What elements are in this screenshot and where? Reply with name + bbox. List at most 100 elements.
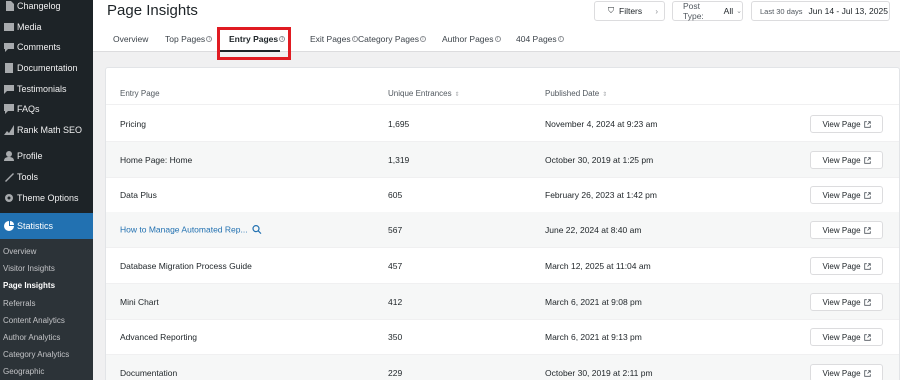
view-page-label: View Page (822, 155, 861, 165)
submenu-item-referrals[interactable]: Referrals (0, 295, 93, 312)
view-page-label: View Page (822, 119, 861, 129)
testimonials-icon (3, 83, 14, 94)
entry-page-cell: Pricing (120, 118, 146, 129)
table-header: Entry Page Unique Entrances ⇕ Published D… (106, 81, 899, 105)
sidebar-item-profile[interactable]: Profile (0, 146, 93, 167)
view-page-label: View Page (822, 261, 861, 271)
view-page-label: View Page (822, 225, 861, 235)
tab-label: 404 Pages (516, 34, 557, 44)
submenu-item-geographic[interactable]: Geographic (0, 363, 93, 380)
table-row: Mini Chart 412 March 6, 2021 at 9:08 pm Vie… (106, 284, 899, 320)
sidebar-item-label: Documentation (17, 63, 78, 74)
column-header-published-date[interactable]: Published Date ⇕ (545, 89, 607, 98)
unique-entrances-cell: 605 (388, 189, 403, 200)
filters-button[interactable]: ⛉ Filters › (594, 1, 665, 21)
tab-top-pages[interactable]: Top Pages i (165, 34, 213, 44)
entry-page-cell: Documentation (120, 367, 178, 378)
tab-404-pages[interactable]: 404 Pages i (516, 34, 564, 44)
view-page-label: View Page (822, 368, 861, 378)
view-page-button[interactable]: View Page (810, 221, 883, 239)
sidebar-item-faqs[interactable]: FAQs (0, 99, 93, 120)
sidebar-item-documentation[interactable]: Documentation (0, 58, 93, 79)
sidebar-item-tools[interactable]: Tools (0, 167, 93, 188)
external-link-icon (863, 369, 871, 377)
submenu-item-visitor-insights[interactable]: Visitor Insights (0, 260, 93, 277)
sidebar-item-comments[interactable]: Comments (0, 37, 93, 58)
sidebar-item-label: Changelog (17, 1, 61, 12)
entry-page-cell: Database Migration Process Guide (120, 260, 252, 271)
chevron-right-icon: › (655, 6, 658, 16)
statistics-icon (3, 220, 14, 231)
sort-icon: ⇕ (454, 92, 460, 98)
external-link-icon (863, 156, 871, 164)
sidebar-item-rank-math-seo[interactable]: Rank Math SEO (0, 120, 93, 141)
table-row: Documentation 229 October 30, 2019 at 2:11… (106, 355, 899, 380)
view-page-label: View Page (822, 332, 861, 342)
tab-label: Overview (113, 34, 149, 44)
date-preset: Last 30 days (760, 6, 803, 16)
sidebar-item-statistics[interactable]: Statistics (0, 212, 93, 239)
sidebar-item-label: FAQs (17, 104, 40, 115)
view-page-button[interactable]: View Page (810, 293, 883, 311)
changelog-icon (3, 1, 14, 12)
view-page-button[interactable]: View Page (810, 257, 883, 275)
view-page-button[interactable]: View Page (810, 186, 883, 204)
tab-exit-pages[interactable]: Exit Pages i (310, 34, 358, 44)
chevron-down-icon: ⌄ (736, 8, 742, 15)
table-row: Database Migration Process Guide 457 March… (106, 248, 899, 284)
view-page-button[interactable]: View Page (810, 364, 883, 380)
rank-math-icon (3, 124, 14, 135)
view-page-button[interactable]: View Page (810, 151, 883, 169)
unique-entrances-cell: 1,319 (388, 154, 410, 165)
published-date-cell: March 6, 2021 at 9:08 pm (545, 296, 642, 307)
view-page-button[interactable]: View Page (810, 115, 883, 133)
sidebar-item-label: Statistics (17, 220, 54, 231)
info-icon: i (206, 36, 213, 42)
media-icon (3, 21, 14, 32)
external-link-icon (863, 262, 871, 270)
tab-label: Exit Pages (310, 34, 351, 44)
submenu-item-author-analytics[interactable]: Author Analytics (0, 329, 93, 346)
sidebar-item-label: Tools (17, 172, 39, 183)
column-header-unique-entrances[interactable]: Unique Entrances ⇕ (388, 89, 460, 98)
post-type-select[interactable]: Post Type: All ⌄ (672, 1, 743, 21)
unique-entrances-cell: 229 (388, 367, 403, 378)
gear-icon (3, 192, 14, 203)
sidebar-item-label: Theme Options (17, 192, 79, 203)
comments-icon (3, 42, 14, 53)
external-link-icon (863, 191, 871, 199)
external-link-icon (863, 298, 871, 306)
profile-icon (3, 151, 14, 162)
entry-page-cell: Data Plus (120, 189, 157, 200)
unique-entrances-cell: 457 (388, 260, 403, 271)
filter-icon: ⛉ (608, 6, 614, 15)
table-row: Data Plus 605 February 26, 2023 at 1:42 pm… (106, 177, 899, 213)
submenu-item-content-analytics[interactable]: Content Analytics (0, 312, 93, 329)
info-icon: i (494, 36, 501, 42)
entry-page-cell[interactable]: How to Manage Automated Rep... (120, 224, 262, 235)
tab-category-pages[interactable]: Category Pages i (358, 34, 426, 44)
submenu-item-category-analytics[interactable]: Category Analytics (0, 346, 93, 363)
tab-label: Category Pages (358, 34, 419, 44)
sidebar-item-changelog[interactable]: Changelog (0, 0, 93, 17)
tab-overview[interactable]: Overview (113, 34, 148, 44)
published-date-cell: November 4, 2024 at 9:23 am (545, 118, 658, 129)
date-range-picker[interactable]: Last 30 days Jun 14 - Jul 13, 2025 (751, 1, 890, 21)
published-date-cell: February 26, 2023 at 1:42 pm (545, 189, 657, 200)
submenu-item-overview[interactable]: Overview (0, 243, 93, 260)
submenu-item-page-insights[interactable]: Page Insights (0, 277, 93, 294)
table-row: Home Page: Home 1,319 October 30, 2019 at … (106, 142, 899, 178)
tab-author-pages[interactable]: Author Pages i (442, 34, 501, 44)
sidebar-item-testimonials[interactable]: Testimonials (0, 78, 93, 99)
sidebar-item-media[interactable]: Media (0, 17, 93, 38)
view-page-button[interactable]: View Page (810, 328, 883, 346)
entry-pages-table: Entry Page Unique Entrances ⇕ Published D… (105, 67, 900, 380)
table-row: Advanced Reporting 350 March 6, 2021 at 9:… (106, 319, 899, 355)
sort-icon: ⇕ (602, 92, 608, 98)
column-header-entry-page[interactable]: Entry Page (120, 89, 160, 98)
faqs-icon (3, 104, 14, 115)
external-link-icon (863, 226, 871, 234)
main-content: Page Insights ⛉ Filters › Post Type: All… (93, 0, 900, 380)
search-icon[interactable] (251, 225, 262, 235)
sidebar-item-theme-options[interactable]: Theme Options (0, 187, 93, 208)
